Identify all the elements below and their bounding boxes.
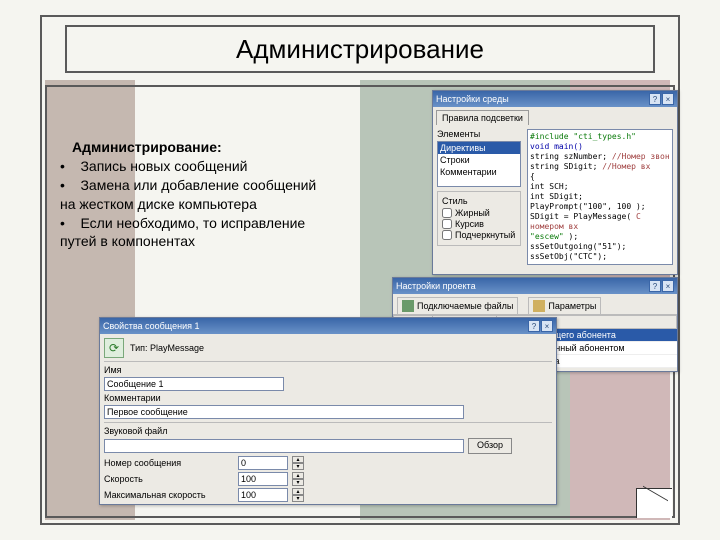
bullet-2-cont: на жестком диске компьютера — [60, 195, 400, 214]
refresh-icon: ⟳ — [104, 338, 124, 358]
elements-label: Элементы — [437, 129, 523, 139]
files-icon — [402, 300, 414, 312]
tab-parameters[interactable]: Параметры — [528, 297, 601, 314]
params-icon — [533, 300, 545, 312]
style-group: Стиль Жирный Курсив Подчеркнутый — [437, 191, 521, 246]
spin-down-icon[interactable]: ▾ — [292, 495, 304, 502]
msgnum-field[interactable]: 0 — [238, 456, 288, 470]
file-label: Звуковой файл — [104, 426, 552, 436]
checkbox-bold-input[interactable] — [442, 208, 452, 218]
help-button[interactable]: ? — [528, 320, 540, 332]
env-settings-window: Настройки среды ? × Правила подсветки Эл… — [432, 90, 678, 275]
speed-field[interactable]: 100 — [238, 472, 288, 486]
help-button[interactable]: ? — [649, 93, 661, 105]
message-properties-titlebar[interactable]: Свойства сообщения 1 ? × — [100, 318, 556, 334]
slide-title-text: Администрирование — [236, 34, 484, 65]
list-item[interactable]: Комментарии — [438, 166, 520, 178]
close-icon[interactable]: × — [541, 320, 553, 332]
checkbox-underline[interactable]: Подчеркнутый — [442, 230, 516, 240]
spin-up-icon[interactable]: ▴ — [292, 456, 304, 463]
env-settings-titlebar[interactable]: Настройки среды ? × — [433, 91, 677, 107]
tab-include-files[interactable]: Подключаемые файлы — [397, 297, 518, 314]
name-field[interactable]: Сообщение 1 — [104, 377, 284, 391]
checkbox-underline-input[interactable] — [442, 230, 452, 240]
checkbox-italic-input[interactable] — [442, 219, 452, 229]
page-fold-icon — [636, 488, 672, 518]
type-label: Тип: PlayMessage — [130, 343, 204, 353]
list-item[interactable]: Директивы — [438, 142, 520, 154]
help-button[interactable]: ? — [649, 280, 661, 292]
comment-label: Комментарии — [104, 393, 552, 403]
bullet-1: • Запись новых сообщений — [60, 157, 400, 176]
project-settings-titlebar[interactable]: Настройки проекта ? × — [393, 278, 677, 294]
browse-button[interactable]: Обзор — [468, 438, 512, 454]
close-icon[interactable]: × — [662, 280, 674, 292]
bullet-3: • Если необходимо, то исправление — [60, 214, 400, 233]
project-settings-title: Настройки проекта — [396, 281, 476, 291]
env-settings-title: Настройки среды — [436, 94, 509, 104]
checkbox-bold[interactable]: Жирный — [442, 208, 516, 218]
maxspeed-label: Максимальная скорость — [104, 490, 234, 500]
msgnum-label: Номер сообщения — [104, 458, 234, 468]
checkbox-italic[interactable]: Курсив — [442, 219, 516, 229]
elements-listbox[interactable]: Директивы Строки Комментарии — [437, 141, 521, 187]
spin-down-icon[interactable]: ▾ — [292, 463, 304, 470]
bullet-heading: Администрирование: — [72, 138, 400, 157]
file-field[interactable] — [104, 439, 464, 453]
bullet-2: • Замена или добавление сообщений — [60, 176, 400, 195]
message-properties-title: Свойства сообщения 1 — [103, 321, 199, 331]
slide-title: Администрирование — [65, 25, 655, 73]
spin-up-icon[interactable]: ▴ — [292, 472, 304, 479]
spin-up-icon[interactable]: ▴ — [292, 488, 304, 495]
close-icon[interactable]: × — [662, 93, 674, 105]
bullet-3-cont: путей в компонентах — [60, 232, 400, 251]
bullet-list: Администрирование: • Запись новых сообще… — [60, 138, 400, 251]
name-label: Имя — [104, 365, 552, 375]
maxspeed-field[interactable]: 100 — [238, 488, 288, 502]
message-properties-window: Свойства сообщения 1 ? × ⟳ Тип: PlayMess… — [99, 317, 557, 505]
code-preview: #include "cti_types.h" void main() strin… — [527, 129, 673, 265]
comment-field[interactable]: Первое сообщение — [104, 405, 464, 419]
style-group-label: Стиль — [442, 196, 516, 206]
spin-down-icon[interactable]: ▾ — [292, 479, 304, 486]
tab-highlight-rules[interactable]: Правила подсветки — [436, 110, 529, 125]
list-item[interactable]: Строки — [438, 154, 520, 166]
speed-label: Скорость — [104, 474, 234, 484]
